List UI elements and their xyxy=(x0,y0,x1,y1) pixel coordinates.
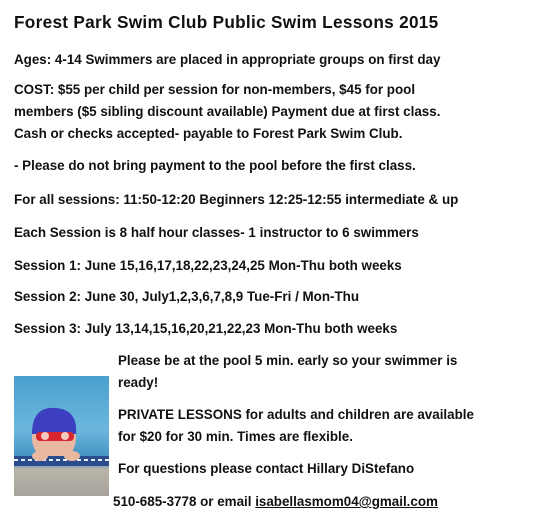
email-link[interactable]: isabellasmom04@gmail.com xyxy=(255,494,438,509)
private-lessons-line-2: for $20 for 30 min. Times are flexible. xyxy=(118,429,353,444)
phone-email-line: 510-685-3778 or email isabellasmom04@gma… xyxy=(113,494,438,510)
phone-number: 510-685-3778 or email xyxy=(113,494,256,509)
session-2: Session 2: June 30, July1,2,3,6,7,8,9 Tu… xyxy=(14,289,360,304)
cost-line-1: COST: $55 per child per session for non-… xyxy=(14,82,416,97)
session-times: For all sessions: 11:50-12:20 Beginners … xyxy=(14,192,459,207)
arrive-early-line-1: Please be at the pool 5 min. early so yo… xyxy=(118,353,458,368)
session-1: Session 1: June 15,16,17,18,22,23,24,25 … xyxy=(14,258,402,273)
private-lessons-line-1: PRIVATE LESSONS for adults and children … xyxy=(118,407,474,422)
cost-line-2: members ($5 sibling discount available) … xyxy=(14,104,441,119)
session-format: Each Session is 8 half hour classes- 1 i… xyxy=(14,225,419,240)
ages-line: Ages: 4-14 Swimmers are placed in approp… xyxy=(14,52,441,67)
page-title: Forest Park Swim Club Public Swim Lesson… xyxy=(14,12,439,32)
swimmer-photo xyxy=(14,376,109,496)
cost-line-3: Cash or checks accepted- payable to Fore… xyxy=(14,126,403,141)
session-3: Session 3: July 13,14,15,16,20,21,22,23 … xyxy=(14,321,398,336)
arrive-early-line-2: ready! xyxy=(118,375,159,390)
contact-line: For questions please contact Hillary DiS… xyxy=(118,461,415,476)
payment-note: - Please do not bring payment to the poo… xyxy=(14,158,416,173)
